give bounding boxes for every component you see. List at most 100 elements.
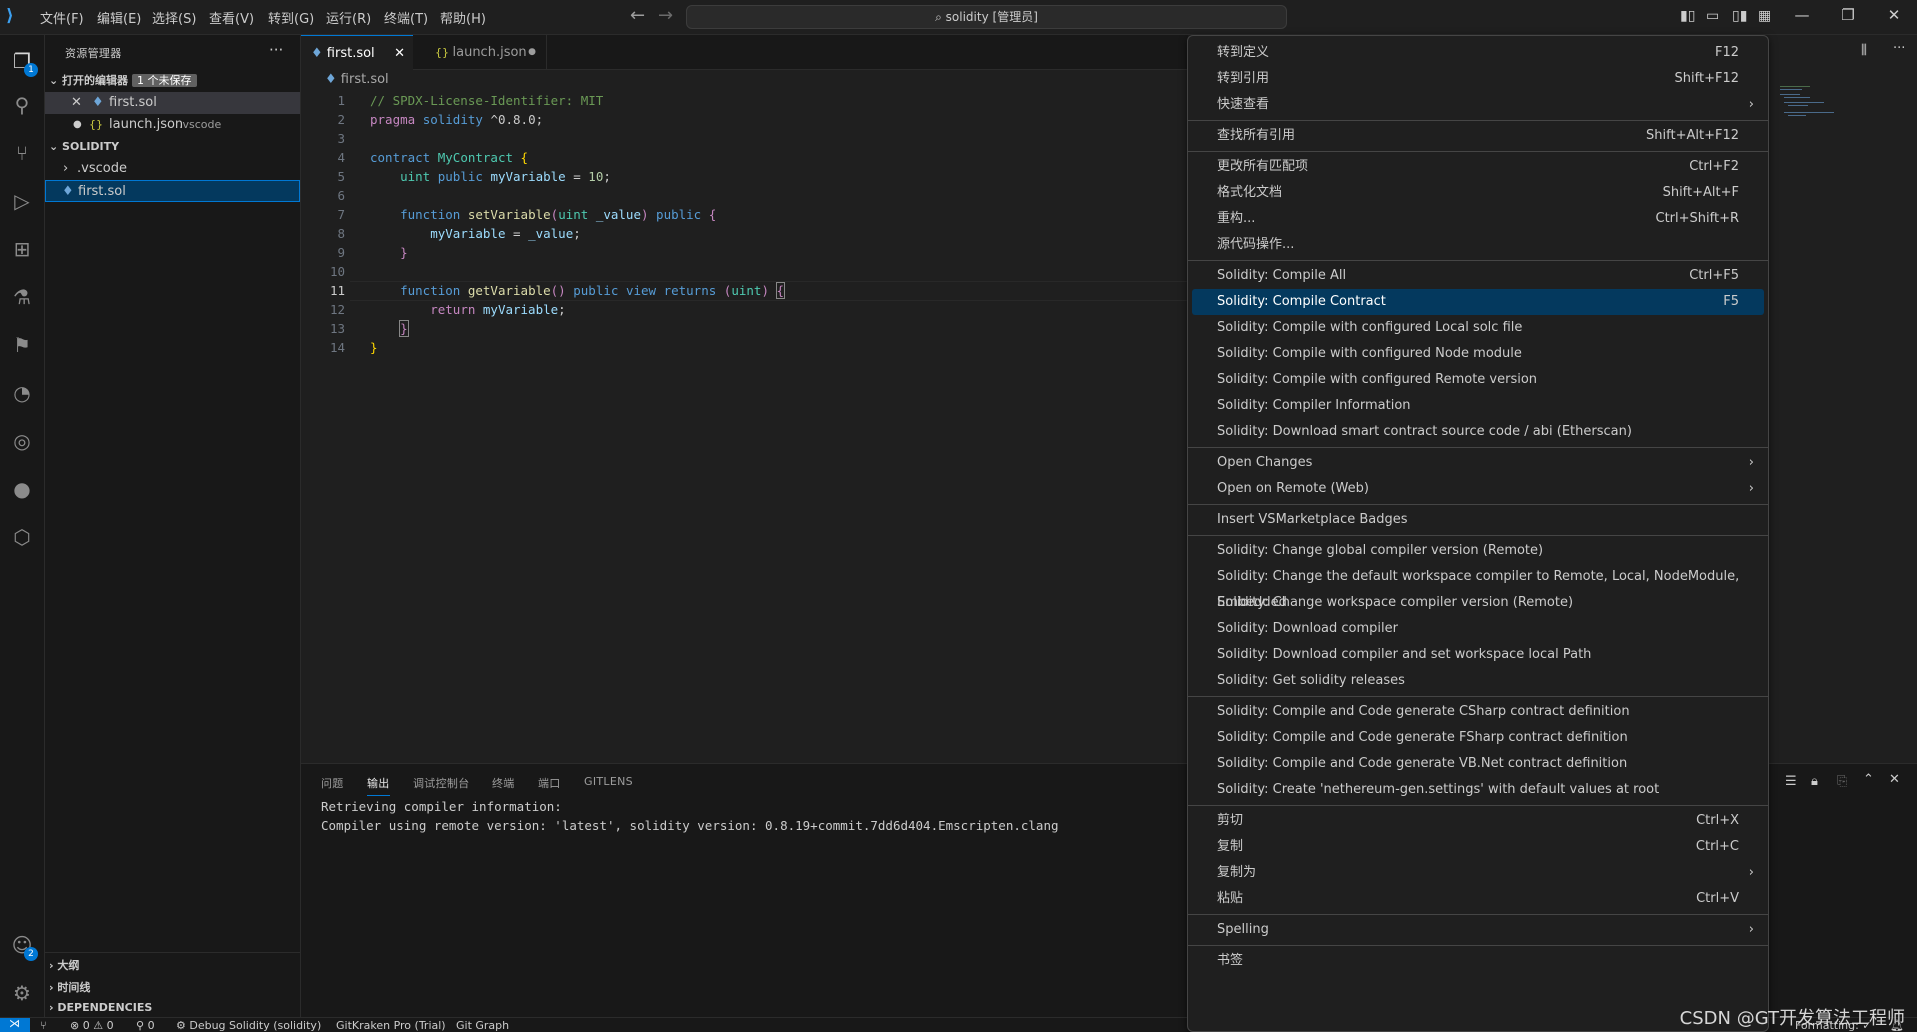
- menu-item-2[interactable]: 选择(S): [152, 8, 196, 27]
- menu-item[interactable]: Solidity: Compile Contract F5: [1192, 289, 1764, 315]
- menu-item[interactable]: 书签: [1192, 948, 1764, 974]
- git-graph-status[interactable]: Git Graph: [456, 1019, 509, 1032]
- problems-status[interactable]: ⊗ 0 ⚠ 0: [70, 1019, 114, 1032]
- toggle-primary-sidebar-icon[interactable]: ▮▯: [1680, 8, 1696, 24]
- forward-arrow-icon[interactable]: →: [658, 5, 673, 26]
- tab-ports[interactable]: 端口: [538, 775, 561, 791]
- close-editor-icon[interactable]: ✕: [71, 92, 82, 114]
- tab-first-sol[interactable]: ♦ first.sol ✕: [301, 35, 413, 70]
- close-window-icon[interactable]: ✕: [1884, 6, 1904, 24]
- tab-launch-json[interactable]: {} launch.json ●: [425, 35, 547, 70]
- more-actions-icon[interactable]: ···: [1893, 41, 1905, 56]
- tab-problems[interactable]: 问题: [321, 775, 344, 791]
- menu-item[interactable]: Solidity: Create 'nethereum-gen.settings…: [1192, 777, 1764, 803]
- explorer-icon[interactable]: ❐ 1: [8, 47, 38, 77]
- dependencies-header[interactable]: › DEPENDENCIES: [49, 1001, 152, 1014]
- tab-gitlens[interactable]: GITLENS: [584, 775, 633, 788]
- tree-folder-vscode[interactable]: › .vscode: [45, 158, 300, 180]
- minimize-icon[interactable]: —: [1792, 6, 1812, 24]
- ports-status[interactable]: ⚲ 0: [136, 1019, 155, 1032]
- command-center-search[interactable]: ⌕ solidity [管理员]: [686, 5, 1287, 29]
- menu-item[interactable]: Solidity: Compile and Code generate FSha…: [1192, 725, 1764, 751]
- minimap[interactable]: [1780, 86, 1850, 126]
- menu-item[interactable]: 查找所有引用 Shift+Alt+F12: [1192, 123, 1764, 149]
- menu-item-1[interactable]: 编辑(E): [97, 8, 141, 27]
- restore-icon[interactable]: ❐: [1838, 6, 1858, 24]
- menu-item[interactable]: Solidity: Change workspace compiler vers…: [1192, 590, 1764, 616]
- menu-item[interactable]: Open on Remote (Web) ›: [1192, 476, 1764, 502]
- search-view-icon[interactable]: ⚲: [8, 91, 36, 119]
- menu-item-6[interactable]: 终端(T): [384, 8, 428, 27]
- menu-item[interactable]: Solidity: Compile All Ctrl+F5: [1192, 263, 1764, 289]
- menu-item[interactable]: Solidity: Compile and Code generate CSha…: [1192, 699, 1764, 725]
- close-panel-icon[interactable]: ✕: [1889, 772, 1900, 787]
- back-arrow-icon[interactable]: ←: [630, 5, 645, 26]
- open-editor-first-sol[interactable]: ✕ ♦ first.sol: [45, 92, 300, 114]
- menu-item[interactable]: Solidity: Compile with configured Node m…: [1192, 341, 1764, 367]
- breadcrumb[interactable]: ♦ first.sol: [325, 72, 389, 87]
- menu-item[interactable]: Solidity: Compile with configured Local …: [1192, 315, 1764, 341]
- menu-item[interactable]: Solidity: Compile and Code generate VB.N…: [1192, 751, 1764, 777]
- open-editors-header[interactable]: ⌄ 打开的编辑器 1 个未保存: [49, 72, 197, 88]
- run-debug-icon[interactable]: ▷: [8, 187, 36, 215]
- menu-item[interactable]: 格式化文档 Shift+Alt+F: [1192, 180, 1764, 206]
- timeline-header[interactable]: › 时间线: [49, 979, 90, 995]
- menu-item[interactable]: 复制为 ›: [1192, 860, 1764, 886]
- menu-item-0[interactable]: 文件(F): [40, 8, 84, 27]
- tab-terminal[interactable]: 终端: [492, 775, 515, 791]
- branch-icon[interactable]: ⑂: [40, 1019, 47, 1032]
- gitlens-inspect-icon[interactable]: ◎: [8, 427, 36, 455]
- menu-item[interactable]: 更改所有匹配项 Ctrl+F2: [1192, 154, 1764, 180]
- tree-file-first-sol[interactable]: ♦ first.sol: [45, 180, 300, 202]
- menu-item[interactable]: 源代码操作...: [1192, 232, 1764, 258]
- lock-icon[interactable]: 🔒︎: [1811, 774, 1818, 789]
- close-tab-icon[interactable]: ✕: [394, 36, 405, 71]
- menu-item[interactable]: 剪切 Ctrl+X: [1192, 808, 1764, 834]
- extensions-icon[interactable]: ⊞: [8, 235, 36, 263]
- customize-layout-icon[interactable]: ▦: [1758, 8, 1774, 24]
- source-control-icon[interactable]: ⑂: [8, 139, 36, 167]
- menu-item-3[interactable]: 查看(V): [209, 8, 254, 27]
- remote-indicator[interactable]: ⋊: [0, 1017, 30, 1032]
- menu-item[interactable]: Solidity: Download compiler: [1192, 616, 1764, 642]
- menu-item[interactable]: Solidity: Download compiler and set work…: [1192, 642, 1764, 668]
- menu-item-5[interactable]: 运行(R): [326, 8, 371, 27]
- gitkraken-status[interactable]: GitKraken Pro (Trial): [336, 1019, 446, 1032]
- menu-item[interactable]: Solidity: Compiler Information: [1192, 393, 1764, 419]
- split-editor-icon[interactable]: ⫼: [1861, 43, 1867, 58]
- menu-item[interactable]: 重构... Ctrl+Shift+R: [1192, 206, 1764, 232]
- menu-item[interactable]: Open Changes ›: [1192, 450, 1764, 476]
- menu-item[interactable]: 转到定义 F12: [1192, 40, 1764, 66]
- menu-item[interactable]: 粘贴 Ctrl+V: [1192, 886, 1764, 912]
- menu-item-4[interactable]: 转到(G): [268, 8, 314, 27]
- menu-item[interactable]: Solidity: Get solidity releases: [1192, 668, 1764, 694]
- workspace-header[interactable]: ⌄ SOLIDITY: [49, 140, 119, 153]
- menu-item-7[interactable]: 帮助(H): [440, 8, 486, 27]
- toggle-secondary-sidebar-icon[interactable]: ▯▮: [1732, 8, 1748, 24]
- menu-item[interactable]: Solidity: Download smart contract source…: [1192, 419, 1764, 445]
- git-graph-icon[interactable]: ◔: [8, 379, 36, 407]
- settings-gear-icon[interactable]: ⚙: [8, 979, 36, 1007]
- menu-item[interactable]: Spelling ›: [1192, 917, 1764, 943]
- debug-status[interactable]: ⚙ Debug Solidity (solidity): [176, 1019, 321, 1032]
- outline-header[interactable]: › 大纲: [49, 957, 79, 973]
- menu-item[interactable]: Solidity: Compile with configured Remote…: [1192, 367, 1764, 393]
- tab-output[interactable]: 输出: [367, 775, 390, 796]
- menu-item[interactable]: 快速查看 ›: [1192, 92, 1764, 118]
- output-list-icon[interactable]: ☰: [1785, 774, 1797, 789]
- maximize-panel-icon[interactable]: ⌃: [1863, 772, 1874, 787]
- github-icon[interactable]: ●: [8, 475, 36, 503]
- package-cube-icon[interactable]: ⬡: [8, 523, 36, 551]
- clear-output-icon[interactable]: ⎘: [1837, 774, 1847, 789]
- menu-item[interactable]: Solidity: Change global compiler version…: [1192, 538, 1764, 564]
- menu-item[interactable]: Solidity: Change the default workspace c…: [1192, 564, 1764, 610]
- open-editor-launch-json[interactable]: ● {} launch.json .vscode: [45, 114, 300, 136]
- tab-debug-console[interactable]: 调试控制台: [413, 775, 470, 791]
- menu-item[interactable]: Insert VSMarketplace Badges: [1192, 507, 1764, 533]
- accounts-icon[interactable]: ☺ 2: [8, 931, 38, 961]
- toggle-panel-icon[interactable]: ▭: [1706, 8, 1722, 24]
- menu-item[interactable]: 转到引用 Shift+F12: [1192, 66, 1764, 92]
- testing-icon[interactable]: ⚗: [8, 283, 36, 311]
- menu-item[interactable]: 复制 Ctrl+C: [1192, 834, 1764, 860]
- more-actions-icon[interactable]: ···: [269, 41, 283, 59]
